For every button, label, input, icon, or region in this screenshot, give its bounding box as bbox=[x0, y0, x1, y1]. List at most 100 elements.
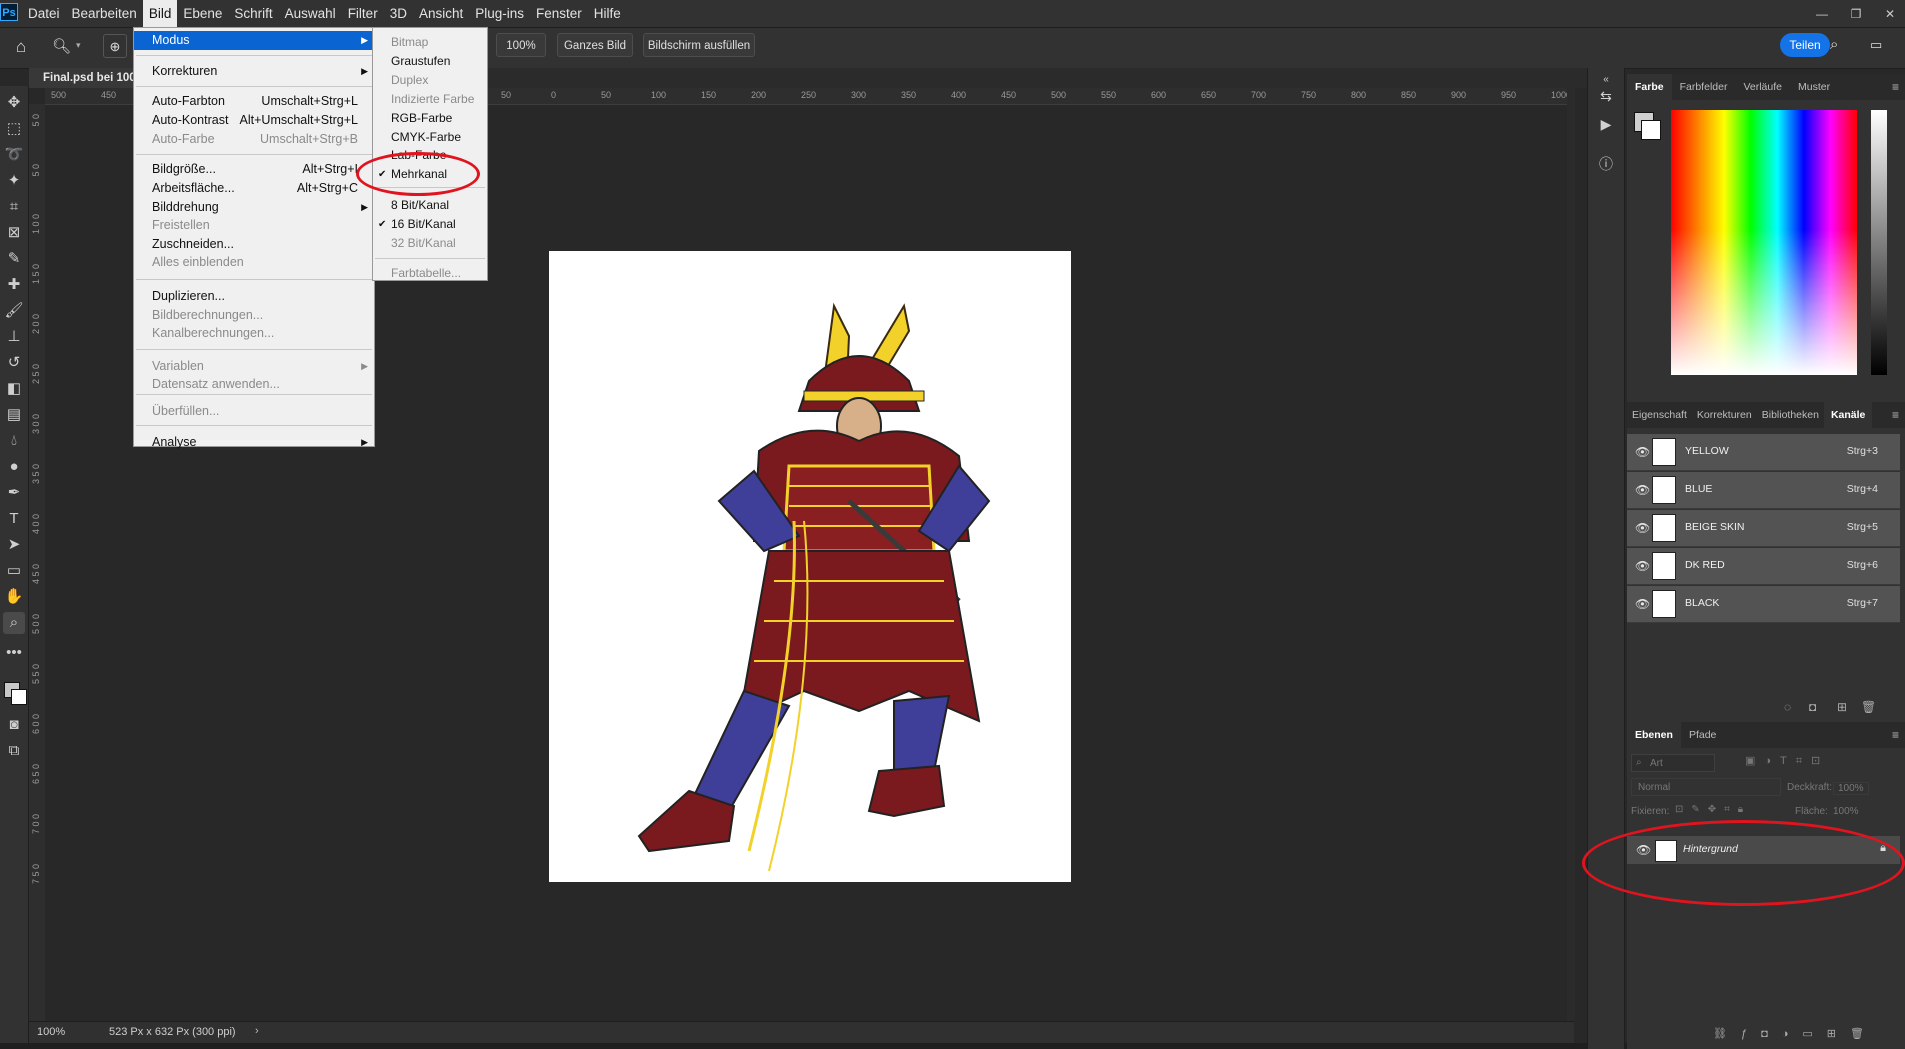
share-button[interactable]: Teilen bbox=[1780, 33, 1830, 57]
delete-channel-icon[interactable]: 🗑︎ bbox=[1861, 700, 1876, 714]
chevron-down-icon[interactable]: ▾ bbox=[76, 40, 81, 51]
menu-3d[interactable]: 3D bbox=[384, 0, 413, 27]
actions-panel-icon[interactable]: ▶ bbox=[1596, 114, 1616, 134]
menu-datei[interactable]: Datei bbox=[22, 0, 66, 27]
crop-tool-icon[interactable]: ⌗ bbox=[3, 196, 25, 218]
layer-filter-icons[interactable]: ▣◑T⌗⊡ bbox=[1745, 754, 1829, 768]
visibility-eye-icon[interactable]: 👁︎ bbox=[1635, 445, 1650, 459]
document-canvas[interactable] bbox=[549, 251, 1071, 882]
visibility-eye-icon[interactable]: 👁︎ bbox=[1635, 597, 1650, 611]
menu-auswahl[interactable]: Auswahl bbox=[279, 0, 342, 27]
marquee-tool-icon[interactable]: ⬚ bbox=[3, 118, 25, 140]
panel-menu-icon[interactable]: ≡ bbox=[1892, 728, 1899, 742]
channel-row-yellow[interactable]: 👁︎ YELLOW Strg+3 bbox=[1627, 434, 1900, 471]
tab-korrekturen[interactable]: Korrekturen bbox=[1692, 402, 1757, 428]
eraser-tool-icon[interactable]: ◧ bbox=[3, 378, 25, 400]
tab-muster[interactable]: Muster bbox=[1790, 74, 1838, 100]
lock-icons[interactable]: ⊡✎✥⌗🔒︎ bbox=[1675, 804, 1751, 815]
zoom-in-icon[interactable]: ⊕ bbox=[103, 34, 127, 58]
modus-item-8-bit-kanal[interactable]: 8 Bit/Kanal bbox=[373, 196, 487, 215]
chevron-right-icon[interactable]: › bbox=[255, 1025, 259, 1037]
channel-row-dk-red[interactable]: 👁︎ DK RED Strg+6 bbox=[1627, 548, 1900, 585]
visibility-eye-icon[interactable]: 👁︎ bbox=[1635, 483, 1650, 497]
load-selection-icon[interactable]: ◌ bbox=[1784, 700, 1791, 714]
visibility-eye-icon[interactable]: 👁︎ bbox=[1635, 521, 1650, 535]
type-tool-icon[interactable]: T bbox=[3, 508, 25, 530]
tab-pfade[interactable]: Pfade bbox=[1681, 722, 1724, 748]
menu-item-zuschneiden[interactable]: Zuschneiden... bbox=[134, 235, 374, 254]
workspace-icon[interactable]: ▭ bbox=[1870, 34, 1892, 56]
gray-ramp-slider[interactable] bbox=[1871, 110, 1887, 375]
menu-schrift[interactable]: Schrift bbox=[228, 0, 278, 27]
modus-item-16-bit-kanal[interactable]: ✔ 16 Bit/Kanal bbox=[373, 215, 487, 234]
tab-ebenen[interactable]: Ebenen bbox=[1627, 722, 1681, 748]
blur-tool-icon[interactable]: 💧︎ bbox=[3, 430, 25, 452]
menu-plugins[interactable]: Plug-ins bbox=[469, 0, 530, 27]
modus-item-rgb-farbe[interactable]: RGB-Farbe bbox=[373, 109, 487, 128]
restore-icon[interactable]: ❐ bbox=[1849, 8, 1863, 20]
fill-screen-button[interactable]: Bildschirm ausfüllen bbox=[643, 33, 755, 57]
dodge-tool-icon[interactable]: ● bbox=[3, 456, 25, 478]
document-tab[interactable]: Final.psd bei 100 bbox=[29, 68, 139, 88]
channel-row-beige-skin[interactable]: 👁︎ BEIGE SKIN Strg+5 bbox=[1627, 510, 1900, 547]
vertical-scrollbar[interactable] bbox=[1567, 88, 1575, 1021]
magic-wand-tool-icon[interactable]: ✦ bbox=[3, 170, 25, 192]
modus-item-graustufen[interactable]: Graustufen bbox=[373, 52, 487, 71]
menu-item-duplizieren[interactable]: Duplizieren... bbox=[134, 287, 374, 306]
menu-bearbeiten[interactable]: Bearbeiten bbox=[66, 0, 143, 27]
info-icon[interactable]: ⓘ bbox=[1596, 154, 1616, 174]
zoom-level[interactable]: 100% bbox=[37, 1026, 65, 1038]
visibility-eye-icon[interactable]: 👁︎ bbox=[1635, 559, 1650, 573]
frame-tool-icon[interactable]: ⊠ bbox=[3, 222, 25, 244]
home-icon[interactable]: ⌂ bbox=[10, 36, 32, 58]
menu-filter[interactable]: Filter bbox=[342, 0, 384, 27]
menu-item-korrekturen[interactable]: Korrekturen ▶ bbox=[134, 62, 374, 81]
tab-farbe[interactable]: Farbe bbox=[1627, 74, 1672, 100]
background-color-swatch[interactable] bbox=[11, 689, 27, 705]
hand-tool-icon[interactable]: ✋ bbox=[3, 586, 25, 608]
more-tools-icon[interactable]: ••• bbox=[3, 642, 25, 664]
background-color-swatch[interactable] bbox=[1641, 120, 1661, 140]
menu-ebene[interactable]: Ebene bbox=[177, 0, 228, 27]
clone-stamp-tool-icon[interactable]: ⊥ bbox=[3, 326, 25, 348]
zoom-100-button[interactable]: 100% bbox=[496, 33, 546, 57]
menu-item-bilddrehung[interactable]: Bilddrehung ▶ bbox=[134, 198, 374, 217]
layer-filter-select[interactable]: ⌕ Art bbox=[1631, 754, 1715, 772]
tab-kanaele[interactable]: Kanäle bbox=[1823, 402, 1873, 428]
layer-footer-icons[interactable]: ⛓ƒ◘◑▭⊞🗑︎ bbox=[1713, 1027, 1878, 1040]
opacity-value[interactable]: 100% bbox=[1833, 782, 1869, 795]
rectangle-tool-icon[interactable]: ▭ bbox=[3, 560, 25, 582]
close-icon[interactable]: ✕ bbox=[1883, 8, 1897, 20]
menu-item-analyse[interactable]: Analyse ▶ bbox=[134, 433, 374, 452]
fill-value[interactable]: 100% bbox=[1833, 806, 1859, 817]
search-icon[interactable]: ⌕ bbox=[1830, 34, 1850, 56]
channel-row-black[interactable]: 👁︎ BLACK Strg+7 bbox=[1627, 586, 1900, 623]
zoom-tool-icon[interactable]: ⌕ bbox=[3, 612, 25, 634]
panel-menu-icon[interactable]: ≡ bbox=[1892, 408, 1899, 422]
eyedropper-tool-icon[interactable]: ✎ bbox=[3, 248, 25, 270]
menu-fenster[interactable]: Fenster bbox=[530, 0, 588, 27]
history-brush-tool-icon[interactable]: ↺ bbox=[3, 352, 25, 374]
menu-ansicht[interactable]: Ansicht bbox=[413, 0, 469, 27]
history-panel-icon[interactable]: ⇆ bbox=[1596, 86, 1616, 106]
lasso-tool-icon[interactable]: ➰ bbox=[3, 144, 25, 166]
panel-menu-icon[interactable]: ≡ bbox=[1892, 80, 1899, 94]
tab-verlaeufe[interactable]: Verläufe bbox=[1735, 74, 1790, 100]
blend-mode-select[interactable]: Normal bbox=[1631, 778, 1781, 796]
path-selection-tool-icon[interactable]: ➤ bbox=[3, 534, 25, 556]
tab-eigenschaften[interactable]: Eigenschaft bbox=[1627, 402, 1692, 428]
menu-bild[interactable]: Bild bbox=[142, 0, 178, 27]
screen-mode-icon[interactable]: ⧉ bbox=[3, 740, 25, 762]
menu-item-auto-kontrast[interactable]: Auto-Kontrast Alt+Umschalt+Strg+L bbox=[134, 111, 374, 130]
healing-brush-tool-icon[interactable]: ✚ bbox=[3, 274, 25, 296]
menu-item-modus[interactable]: Modus ▶ bbox=[134, 31, 374, 50]
modus-item-cmyk-farbe[interactable]: CMYK-Farbe bbox=[373, 128, 487, 147]
menu-item-auto-farbton[interactable]: Auto-Farbton Umschalt+Strg+L bbox=[134, 92, 374, 111]
quick-mask-icon[interactable]: ◙ bbox=[3, 714, 25, 736]
zoom-tool-icon[interactable]: 🔍︎ bbox=[52, 36, 74, 58]
gradient-tool-icon[interactable]: ▤ bbox=[3, 404, 25, 426]
channel-row-blue[interactable]: 👁︎ BLUE Strg+4 bbox=[1627, 472, 1900, 509]
brush-tool-icon[interactable]: 🖌︎ bbox=[3, 300, 25, 322]
move-tool-icon[interactable]: ✥ bbox=[3, 92, 25, 114]
menu-hilfe[interactable]: Hilfe bbox=[588, 0, 627, 27]
